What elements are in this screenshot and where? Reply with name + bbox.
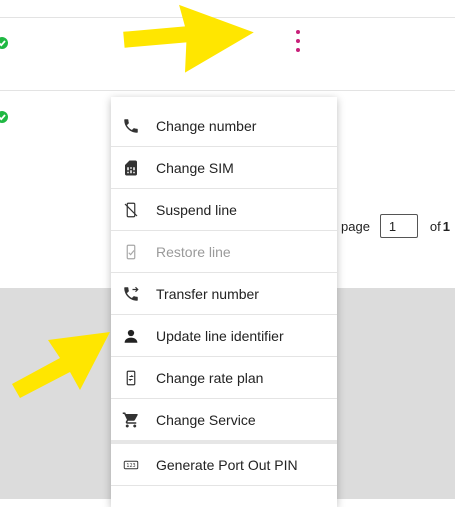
menu-item-generate-port-out-pin[interactable]: 123 Generate Port Out PIN (111, 444, 337, 486)
status-check-icon (0, 111, 8, 123)
menu-item-label: Change number (156, 117, 257, 134)
phone-forward-icon (121, 284, 141, 304)
menu-item-label: Update line identifier (156, 327, 284, 344)
menu-item-change-rate-plan[interactable]: Change rate plan (111, 357, 337, 399)
menu-item-label: Suspend line (156, 201, 237, 218)
menu-item-label: Transfer number (156, 285, 259, 302)
menu-item-suspend-line[interactable]: Suspend line (111, 189, 337, 231)
more-actions-icon[interactable] (290, 30, 306, 52)
menu-item-label: Restore line (156, 243, 231, 260)
cart-icon (121, 410, 141, 430)
line-actions-menu: Change number Change SIM Suspend line Re… (111, 97, 337, 507)
phone-icon (121, 116, 141, 136)
annotation-arrow-icon (12, 332, 110, 398)
menu-item-label: Change rate plan (156, 369, 264, 386)
menu-item-change-sim[interactable]: Change SIM (111, 147, 337, 189)
person-icon (121, 326, 141, 346)
menu-item-change-service[interactable]: Change Service (111, 399, 337, 440)
annotation-arrow-icon (123, 4, 254, 73)
page-total: 1 (442, 218, 450, 234)
phone-off-icon (121, 200, 141, 220)
phone-restore-icon (121, 242, 141, 262)
row-divider (0, 90, 455, 91)
menu-item-label: Change Service (156, 411, 256, 428)
pagination: page of 1 (341, 214, 450, 238)
sim-card-icon (121, 158, 141, 178)
menu-item-label: Generate Port Out PIN (156, 456, 298, 473)
menu-item-transfer-number[interactable]: Transfer number (111, 273, 337, 315)
phone-sync-icon (121, 368, 141, 388)
page-of-label: of (429, 218, 441, 234)
svg-text:123: 123 (126, 462, 135, 468)
page-label: page (341, 218, 370, 234)
menu-item-label: Change SIM (156, 159, 234, 176)
menu-item-update-line-identifier[interactable]: Update line identifier (111, 315, 337, 357)
menu-item-restore-line[interactable]: Restore line (111, 231, 337, 273)
pin-badge-icon: 123 (121, 455, 141, 475)
page-number-input[interactable] (379, 214, 418, 238)
status-check-icon (0, 37, 8, 49)
menu-item-change-number[interactable]: Change number (111, 105, 337, 147)
